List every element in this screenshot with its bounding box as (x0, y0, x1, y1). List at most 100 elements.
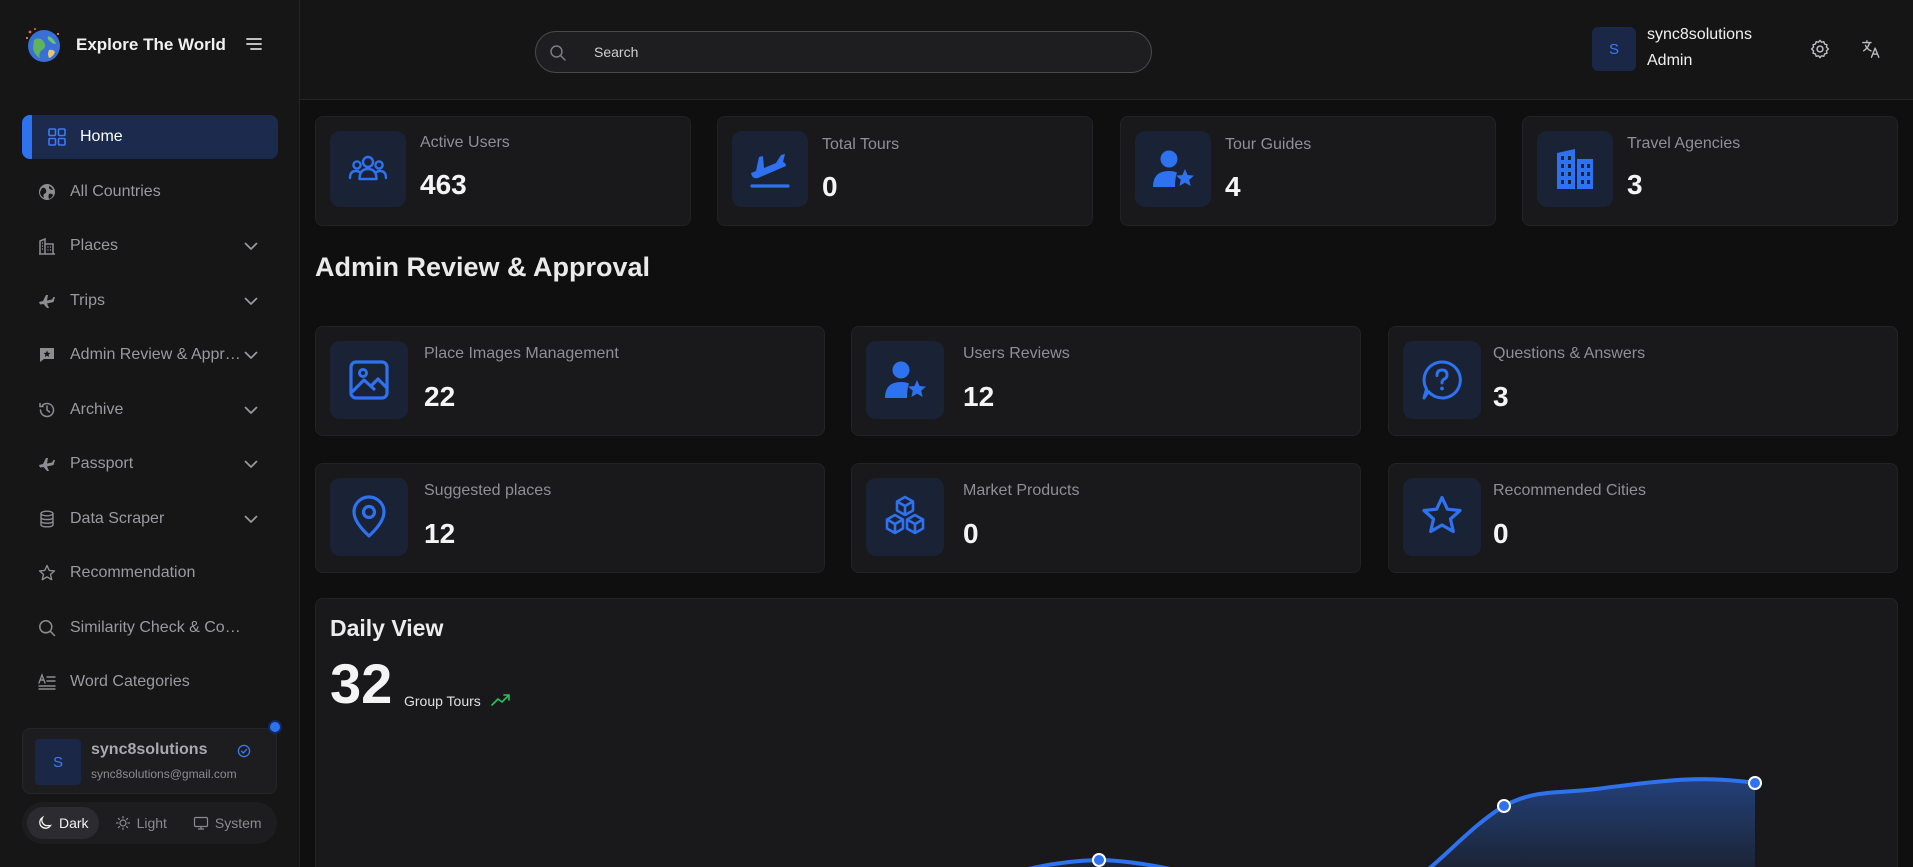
stat-title: Recommended Cities (1493, 482, 1646, 499)
theme-system-button[interactable]: System (183, 807, 272, 839)
chevron-down-icon (244, 242, 258, 250)
brand[interactable]: Explore The World (22, 24, 226, 66)
theme-system-label: System (214, 815, 262, 831)
menu-toggle-icon[interactable] (244, 34, 264, 54)
chart-point (1092, 853, 1106, 867)
monitor-icon (193, 816, 209, 830)
daily-view-chart (1028, 776, 1762, 867)
top-header: S sync8solutions Admin (300, 0, 1913, 100)
sidebar-user-card[interactable]: S sync8solutions sync8solutions@gmail.co… (22, 728, 277, 794)
sidebar-item-passport[interactable]: Passport (22, 442, 278, 486)
database-icon (36, 508, 58, 530)
grid-icon (46, 126, 68, 148)
search-input[interactable] (594, 41, 1114, 63)
stat-card-active-users[interactable]: Active Users 463 (315, 116, 691, 226)
buildings-icon (36, 235, 58, 257)
sidebar-item-label: Home (80, 128, 123, 145)
stat-value: 0 (963, 518, 979, 549)
daily-view-card: Daily View 32 Group Tours (315, 598, 1898, 867)
header-user-name: sync8solutions (1647, 26, 1752, 43)
sidebar-item-label: Admin Review & Approval (70, 346, 242, 363)
sidebar-item-admin-review-and-approval[interactable]: Admin Review & Approval (22, 333, 278, 377)
stat-card-suggested-places[interactable]: Suggested places 12 (315, 463, 825, 573)
sidebar: Explore The World Home All Countries Place… (0, 0, 300, 867)
search-bar[interactable] (535, 31, 1152, 73)
plane-icon (36, 453, 58, 475)
stat-value: 12 (424, 518, 456, 549)
sidebar-item-trips[interactable]: Trips (22, 279, 278, 323)
sidebar-item-label: Data Scraper (70, 509, 165, 527)
trending-up-icon (491, 694, 510, 706)
map-pin-icon (330, 478, 408, 556)
daily-view-title: Daily View (330, 615, 444, 641)
stat-card-market-products[interactable]: Market Products 0 (851, 463, 1361, 573)
header-user-role: Admin (1647, 52, 1693, 69)
theme-light-button[interactable]: Light (105, 807, 177, 839)
header-avatar[interactable]: S (1592, 27, 1636, 71)
sidebar-item-places[interactable]: Places (22, 224, 278, 268)
stat-value: 4 (1225, 171, 1241, 202)
stat-card-total-tours[interactable]: Total Tours 0 (717, 116, 1093, 226)
stat-card-questions-and-answers[interactable]: Questions & Answers 3 (1388, 326, 1898, 436)
settings-gear-icon[interactable] (1809, 38, 1831, 60)
chevron-down-icon (244, 406, 258, 414)
question-bubble-icon (1403, 341, 1481, 419)
chevron-down-icon (244, 460, 258, 468)
stat-title: Questions & Answers (1493, 345, 1646, 362)
image-icon (330, 341, 408, 419)
section-title: Admin Review & Approval (315, 252, 651, 282)
theme-light-label: Light (136, 815, 167, 831)
theme-dark-button[interactable]: Dark (27, 807, 99, 839)
text-lines-icon (36, 671, 58, 693)
stat-value: 3 (1493, 381, 1509, 412)
stat-card-place-images-management[interactable]: Place Images Management 22 (315, 326, 825, 436)
sidebar-item-word-categories[interactable]: Word Categories (22, 660, 278, 704)
stat-title: Active Users (420, 134, 510, 151)
building-icon (1537, 131, 1613, 207)
chart-area (1037, 776, 1755, 867)
star-outline-icon (36, 562, 58, 584)
stat-title: Users Reviews (963, 345, 1070, 362)
chevron-down-icon (244, 515, 258, 523)
sidebar-item-archive[interactable]: Archive (22, 388, 278, 432)
stat-title: Suggested places (424, 482, 552, 499)
stat-card-tour-guides[interactable]: Tour Guides 4 (1120, 116, 1496, 226)
chevron-down-icon (244, 297, 258, 305)
user-name: sync8solutions (91, 741, 208, 758)
stat-title: Total Tours (822, 136, 900, 153)
sidebar-item-label: All Countries (70, 182, 161, 200)
sidebar-item-label: Passport (70, 455, 134, 472)
sidebar-item-data-scraper[interactable]: Data Scraper (22, 497, 278, 541)
sidebar-item-label: Places (70, 237, 119, 254)
star-outline-icon (1403, 478, 1481, 556)
stat-value: 12 (963, 381, 995, 412)
sidebar-item-label: Word Categories (70, 673, 190, 690)
users-group-icon (330, 131, 406, 207)
avatar: S (35, 739, 81, 785)
cubes-icon (866, 478, 944, 556)
sidebar-item-similarity-check-and-coordinates[interactable]: Similarity Check & Coordinates (22, 606, 278, 650)
notification-dot (268, 720, 282, 734)
stat-card-users-reviews[interactable]: Users Reviews 12 (851, 326, 1361, 436)
chevron-down-icon (244, 351, 258, 359)
chart-point (1497, 799, 1511, 813)
app-name: Explore The World (76, 35, 226, 54)
stat-value: 463 (420, 169, 467, 200)
sidebar-item-home[interactable]: Home (22, 115, 278, 159)
verified-icon (237, 744, 251, 758)
plane-departure-icon (732, 131, 808, 207)
sidebar-item-label: Similarity Check & Coordinates (70, 618, 242, 636)
search-icon (550, 45, 566, 61)
stat-value: 0 (1493, 518, 1509, 549)
sidebar-item-all-countries[interactable]: All Countries (22, 170, 278, 214)
translate-icon[interactable] (1860, 38, 1882, 60)
header-user-info[interactable]: sync8solutions Admin (1647, 22, 1752, 74)
stat-card-travel-agencies[interactable]: Travel Agencies 3 (1522, 116, 1898, 226)
daily-view-value: 32 (330, 652, 393, 715)
user-star-icon (866, 341, 944, 419)
sidebar-item-recommendation[interactable]: Recommendation (22, 551, 278, 595)
sun-icon (115, 815, 130, 831)
plane-icon (36, 290, 58, 312)
stat-card-recommended-cities[interactable]: Recommended Cities 0 (1388, 463, 1898, 573)
user-star-icon (1135, 131, 1211, 207)
